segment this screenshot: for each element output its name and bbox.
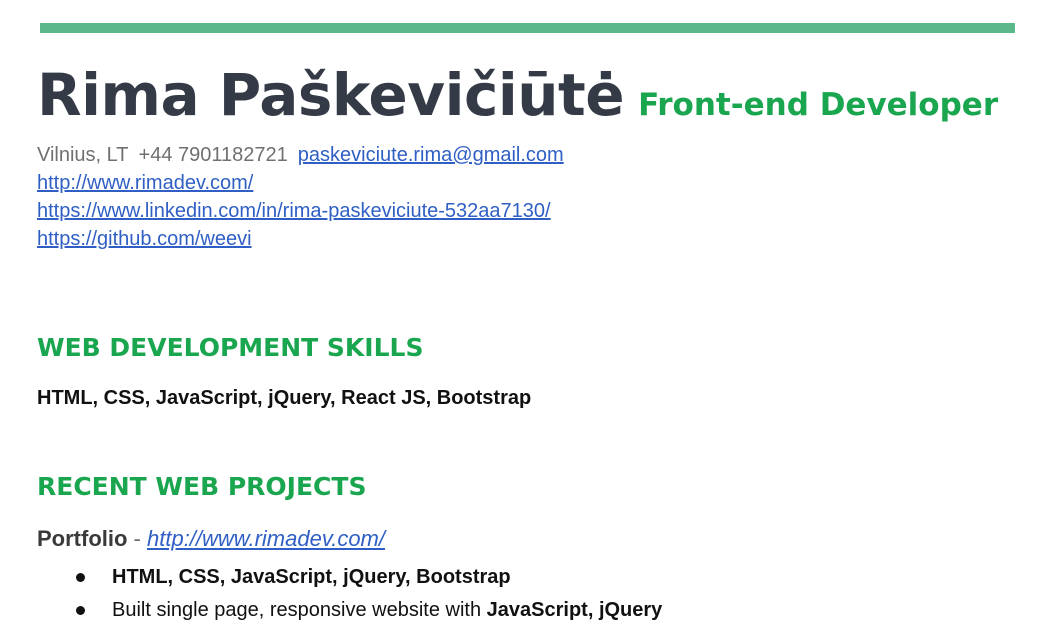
project-title-line: Portfolio - http://www.rimadev.com/ [37, 526, 385, 552]
bullet-plain-text: Built single page, responsive website wi… [112, 599, 487, 621]
bullet-icon [76, 606, 85, 615]
contact-block: Vilnius, LT +44 7901182721 paskeviciute.ri… [37, 141, 564, 253]
phone-text: +44 7901182721 [138, 144, 288, 166]
project-bullet-list: HTML, CSS, JavaScript, jQuery, Bootstrap… [74, 563, 662, 629]
resume-page: Rima Paškevičiūtė Front-end Developer Vil… [0, 0, 1046, 643]
linkedin-link[interactable]: https://www.linkedin.com/in/rima-paskevi… [37, 200, 551, 222]
project-separator: - [127, 526, 147, 551]
skills-list: HTML, CSS, JavaScript, jQuery, React JS,… [37, 387, 532, 409]
website-link[interactable]: http://www.rimadev.com/ [37, 172, 253, 194]
skills-heading: WEB DEVELOPMENT SKILLS [37, 333, 424, 362]
github-link[interactable]: https://github.com/weevi [37, 228, 252, 250]
contact-line-website: http://www.rimadev.com/ [37, 169, 564, 197]
location-text: Vilnius, LT [37, 144, 129, 166]
project-link[interactable]: http://www.rimadev.com/ [147, 526, 385, 551]
contact-line-github: https://github.com/weevi [37, 225, 564, 253]
contact-line-linkedin: https://www.linkedin.com/in/rima-paskevi… [37, 197, 564, 225]
bullet-icon [76, 573, 85, 582]
email-link[interactable]: paskeviciute.rima@gmail.com [298, 144, 564, 166]
header: Rima Paškevičiūtė Front-end Developer [37, 66, 998, 124]
top-divider [40, 23, 1015, 33]
projects-heading: RECENT WEB PROJECTS [37, 472, 367, 501]
person-name: Rima Paškevičiūtė [37, 61, 625, 129]
list-item: HTML, CSS, JavaScript, jQuery, Bootstrap [74, 563, 662, 596]
contact-line-primary: Vilnius, LT +44 7901182721 paskeviciute.ri… [37, 141, 564, 169]
list-item: Built single page, responsive website wi… [74, 596, 662, 629]
project-name: Portfolio [37, 526, 128, 551]
bullet-bold-text: JavaScript, jQuery [486, 599, 663, 621]
job-title: Front-end Developer [638, 87, 999, 123]
bullet-bold-text: HTML, CSS, JavaScript, jQuery, Bootstrap [112, 566, 511, 588]
